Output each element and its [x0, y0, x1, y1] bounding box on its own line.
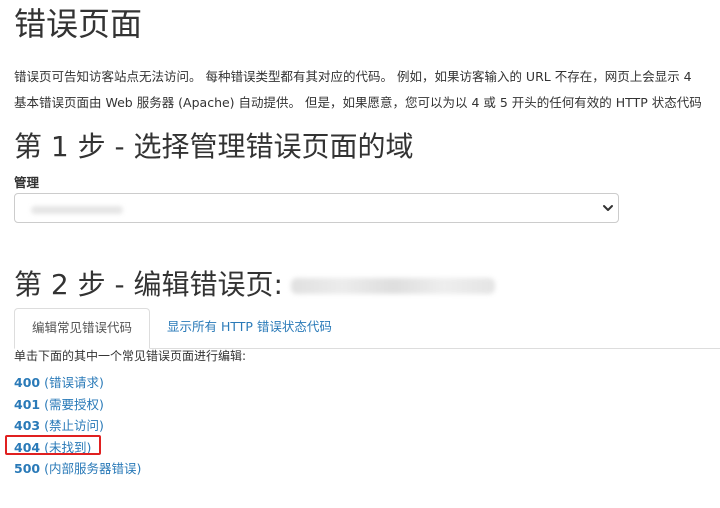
error-code-number: 401 — [14, 396, 41, 412]
error-code-label: (禁止访问) — [44, 418, 104, 433]
page-description-line-1: 错误页可告知访客站点无法访问。 每种错误类型都有其对应的代码。 例如，如果访客输… — [14, 69, 692, 84]
tab-all-http-error-codes[interactable]: 显示所有 HTTP 错误状态代码 — [167, 308, 332, 348]
edit-instruction: 单击下面的其中一个常见错误页面进行编辑: — [14, 349, 247, 363]
error-code-link-404[interactable]: 404 (未找到) — [14, 439, 141, 461]
error-code-link-403[interactable]: 403 (禁止访问) — [14, 417, 141, 439]
error-code-label: (未找到) — [44, 439, 92, 455]
redacted-domain-name — [290, 278, 495, 294]
page-description-line-2: 基本错误页面由 Web 服务器 (Apache) 自动提供。 但是，如果愿意，您… — [14, 95, 702, 110]
error-code-link-500[interactable]: 500 (内部服务器错误) — [14, 460, 141, 482]
step-2-heading-text: 第 2 步 - 编辑错误页: — [14, 268, 283, 301]
step-2-heading: 第 2 步 - 编辑错误页: — [14, 268, 495, 302]
domain-select[interactable] — [14, 193, 619, 223]
error-code-number: 400 — [14, 375, 41, 390]
error-code-number: 403 — [14, 418, 41, 433]
error-code-link-401[interactable]: 401 (需要授权) — [14, 396, 141, 418]
error-code-label: (需要授权) — [44, 396, 104, 412]
manage-domain-label: 管理 — [14, 175, 40, 190]
step-1-heading: 第 1 步 - 选择管理错误页面的域 — [14, 130, 414, 163]
error-code-number: 404 — [14, 439, 41, 455]
error-code-label: (错误请求) — [44, 375, 104, 390]
tab-common-error-codes[interactable]: 编辑常见错误代码 — [14, 308, 150, 349]
error-code-number: 500 — [14, 461, 41, 476]
error-code-list: 400 (错误请求) 401 (需要授权) 403 (禁止访问) 404 (未找… — [14, 374, 141, 482]
page-title: 错误页面 — [14, 5, 143, 43]
redacted-domain-value — [31, 206, 123, 214]
error-code-label: (内部服务器错误) — [44, 461, 142, 476]
chevron-down-icon — [603, 205, 613, 211]
error-code-link-400[interactable]: 400 (错误请求) — [14, 374, 141, 396]
error-code-tabs: 编辑常见错误代码 显示所有 HTTP 错误状态代码 — [14, 308, 720, 349]
